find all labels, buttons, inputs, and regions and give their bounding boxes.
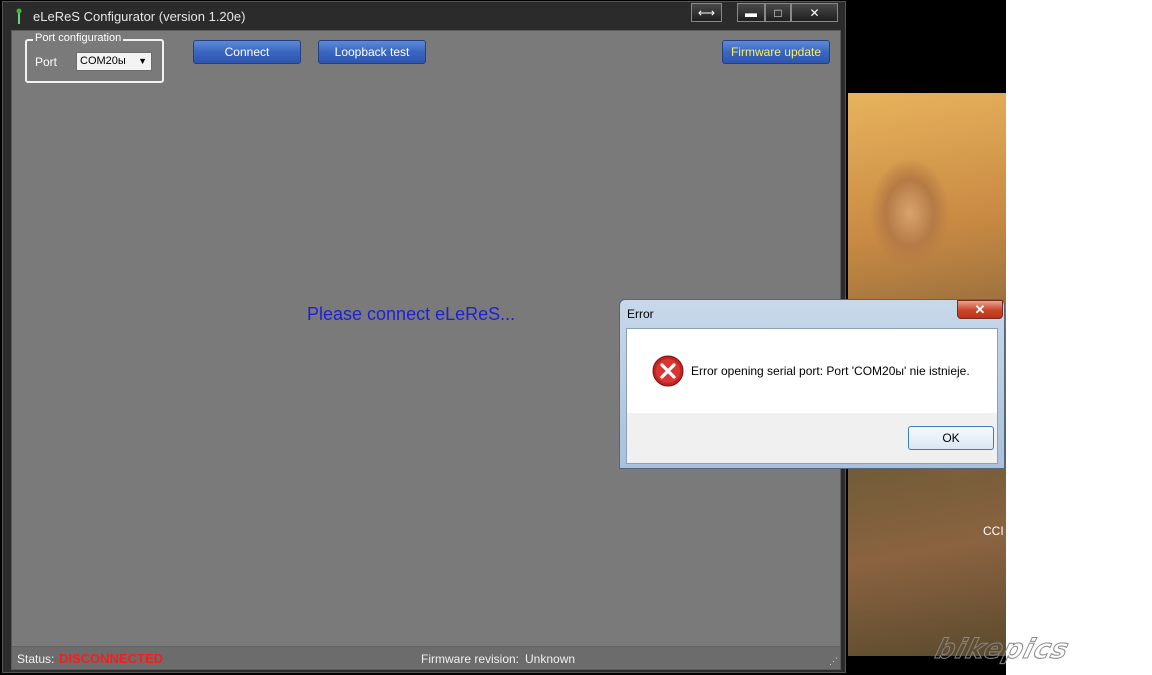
error-dialog: Error ✕ Error opening serial port: Port …: [619, 299, 1005, 469]
connect-message: Please connect eLeReS...: [307, 304, 516, 324]
resize-grip-icon[interactable]: ⋰: [829, 656, 838, 667]
desktop-background-white: [1006, 0, 1152, 675]
status-label: Status:: [17, 652, 55, 666]
antenna-icon: [16, 8, 22, 24]
watermark-logo: bikepics: [931, 634, 1073, 666]
maximize-button[interactable]: □: [765, 3, 791, 22]
loopback-test-button[interactable]: Loopback test: [318, 40, 426, 64]
port-configuration-legend: Port configuration: [33, 32, 124, 44]
error-message: Error opening serial port: Port 'COM20ы'…: [691, 364, 970, 378]
wallpaper-text: CCI: [983, 524, 1004, 538]
firmware-revision-label: Firmware revision:: [421, 652, 520, 666]
close-button[interactable]: ✕: [791, 3, 838, 22]
dialog-close-button[interactable]: ✕: [957, 300, 1003, 319]
connect-button[interactable]: Connect: [193, 40, 301, 64]
title-bar[interactable]: eLeReS Configurator (version 1.20e) ⟷ ▬ …: [3, 2, 845, 30]
error-icon: [652, 355, 684, 387]
dropdown-arrow-icon[interactable]: ▼: [138, 53, 147, 70]
resize-button[interactable]: ⟷: [691, 3, 722, 22]
dialog-title: Error: [627, 307, 654, 321]
port-select-value: COM20ы: [80, 55, 126, 67]
dialog-message-area: Error opening serial port: Port 'COM20ы'…: [627, 329, 997, 413]
firmware-revision-value: Unknown: [525, 652, 576, 666]
port-configuration-group: Port configuration Port COM20ы ▼: [25, 32, 164, 83]
firmware-update-button[interactable]: Firmware update: [722, 40, 830, 64]
status-value: DISCONNECTED: [59, 651, 164, 666]
window-title: eLeReS Configurator (version 1.20e): [33, 9, 246, 24]
minimize-button[interactable]: ▬: [737, 3, 765, 22]
ok-button[interactable]: OK: [908, 426, 994, 450]
port-select[interactable]: COM20ы ▼: [76, 52, 152, 71]
status-bar: Status: DISCONNECTED Firmware revision: …: [12, 646, 840, 669]
port-label: Port: [35, 55, 58, 69]
dialog-body: Error opening serial port: Port 'COM20ы'…: [626, 328, 998, 464]
